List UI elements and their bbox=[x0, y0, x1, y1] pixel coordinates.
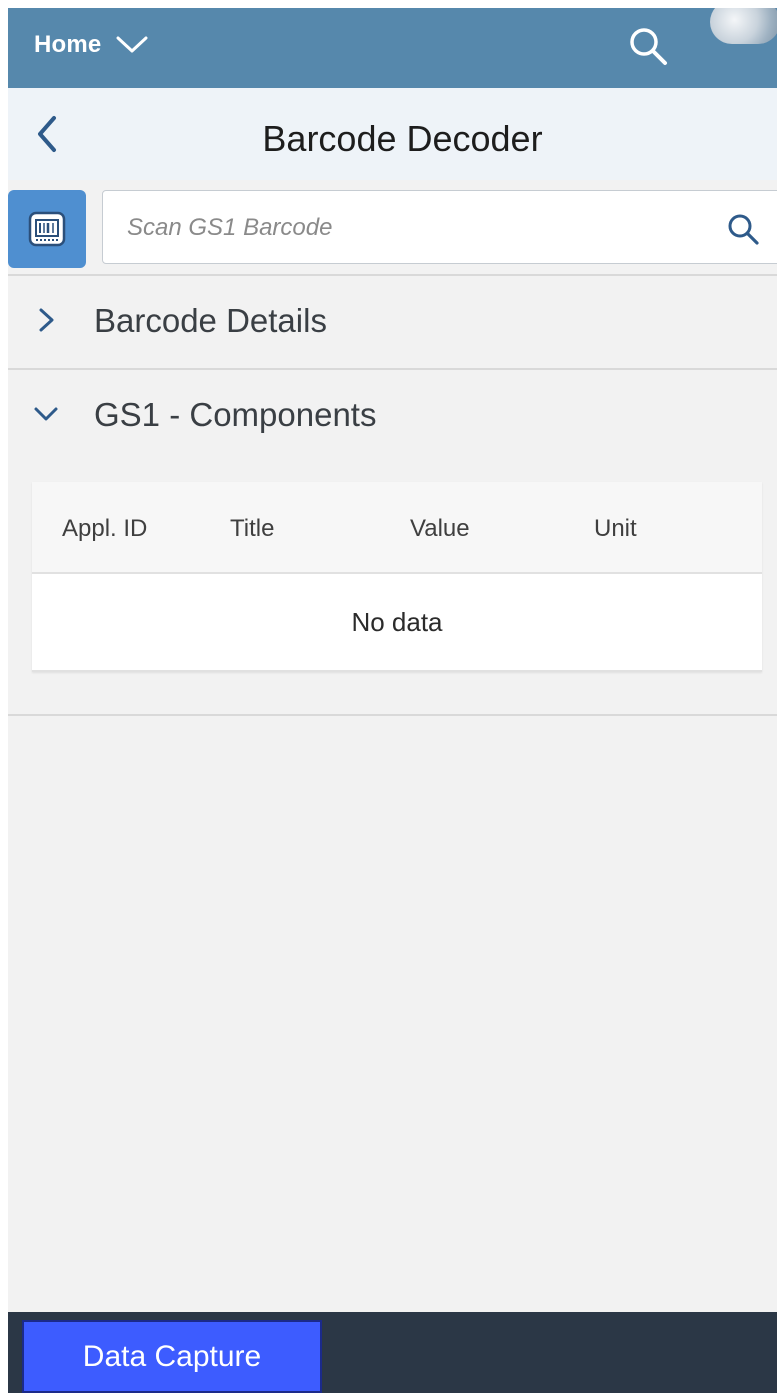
no-data-text: No data bbox=[351, 606, 443, 637]
app-window: Home Barcode Decoder Scan GS1 Barcode Ba… bbox=[8, 8, 777, 1393]
search-icon[interactable] bbox=[626, 24, 670, 68]
column-header-title: Title bbox=[230, 515, 275, 542]
panel-title: GS1 - Components bbox=[94, 396, 377, 433]
chevron-right-icon bbox=[39, 308, 54, 332]
barcode-scan-icon bbox=[28, 211, 66, 247]
footer-toolbar: Data Capture bbox=[8, 1312, 777, 1393]
column-header-appl-id: Appl. ID bbox=[62, 515, 148, 542]
barcode-search-field bbox=[102, 190, 777, 264]
avatar[interactable] bbox=[710, 8, 777, 44]
home-label: Home bbox=[34, 31, 102, 58]
data-capture-button[interactable]: Data Capture bbox=[22, 1320, 322, 1393]
column-header-unit: Unit bbox=[594, 515, 637, 542]
scan-barcode-button[interactable] bbox=[8, 190, 86, 268]
barcode-input[interactable] bbox=[125, 203, 689, 253]
column-header-value: Value bbox=[410, 515, 470, 542]
gs1-components-table: Appl. ID Title Value Unit No data bbox=[32, 482, 762, 672]
search-icon[interactable] bbox=[725, 211, 761, 247]
page-title: Barcode Decoder bbox=[262, 118, 543, 159]
home-menu-button[interactable]: Home bbox=[34, 28, 149, 62]
panel-title: Barcode Details bbox=[94, 302, 327, 339]
panel-barcode-details[interactable]: Barcode Details bbox=[8, 274, 777, 370]
table-header-row: Appl. ID Title Value Unit bbox=[32, 482, 762, 574]
divider bbox=[8, 714, 777, 716]
shell-header: Home bbox=[8, 8, 777, 88]
scan-toolbar bbox=[8, 180, 777, 276]
panel-gs1-components[interactable]: GS1 - Components bbox=[8, 368, 777, 462]
chevron-down-icon bbox=[34, 407, 58, 421]
page-header: Barcode Decoder bbox=[8, 88, 777, 181]
chevron-down-icon bbox=[116, 36, 148, 53]
table-empty-row: No data bbox=[32, 574, 762, 672]
